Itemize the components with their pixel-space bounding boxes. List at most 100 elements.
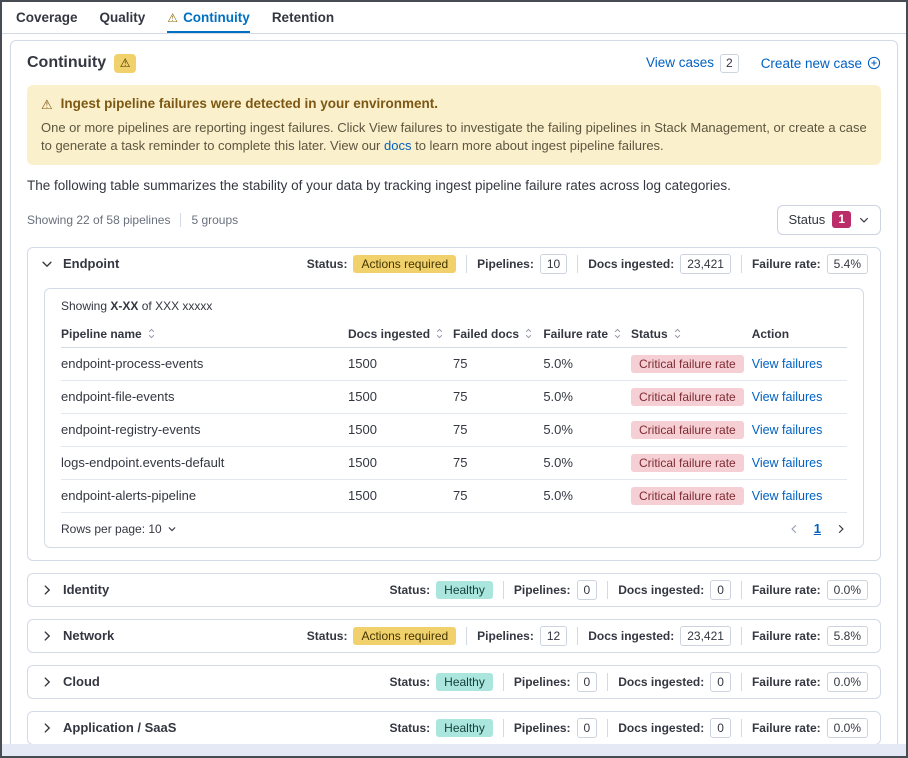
group-header-endpoint[interactable]: Endpoint Status:Actions required Pipelin… <box>28 248 880 280</box>
action-cell: View failures <box>752 446 847 479</box>
chevron-down-icon[interactable] <box>40 257 54 271</box>
docs-link[interactable]: docs <box>384 138 411 153</box>
stat-label-pipelines: Pipelines: <box>477 629 534 643</box>
pipeline-name-cell: endpoint-process-events <box>61 347 348 380</box>
status-badge: Critical failure rate <box>631 421 744 439</box>
divider <box>503 719 504 737</box>
status-cell: Critical failure rate <box>631 380 752 413</box>
view-cases-link[interactable]: View cases 2 <box>646 54 739 73</box>
continuity-panel: Continuity ⚠ View cases 2 Create new case… <box>10 40 898 758</box>
divider <box>741 719 742 737</box>
tab-quality[interactable]: Quality <box>100 2 146 33</box>
group-endpoint: Endpoint Status:Actions required Pipelin… <box>27 247 881 561</box>
view-failures-link[interactable]: View failures <box>752 456 823 470</box>
chevron-right-icon[interactable] <box>40 675 54 689</box>
status-badge: Healthy <box>436 581 493 599</box>
view-cases-label: View cases <box>646 55 714 70</box>
docs-ingested-cell: 1500 <box>348 380 453 413</box>
tab-label: Quality <box>100 10 146 25</box>
chevron-down-icon <box>167 524 177 534</box>
divider <box>607 581 608 599</box>
group-stats: Status:Actions required Pipelines:10 Doc… <box>307 254 868 274</box>
column-header-docs-ingested[interactable]: Docs ingested <box>348 321 453 348</box>
status-filter-button[interactable]: Status 1 <box>777 205 881 235</box>
failure-rate-value: 5.8% <box>827 626 868 646</box>
rows-per-page-button[interactable]: Rows per page: 10 <box>61 519 177 539</box>
failed-docs-cell: 75 <box>453 479 543 512</box>
divider <box>466 255 467 273</box>
stat-label-pipelines: Pipelines: <box>477 257 534 271</box>
sort-icon <box>672 328 683 339</box>
pipelines-table-card: Showing X-XX of XXX xxxxx Pipeline name … <box>44 288 864 548</box>
previous-page-button[interactable] <box>788 523 800 535</box>
failure-rate-value: 0.0% <box>827 672 868 692</box>
pipelines-value: 0 <box>577 580 598 600</box>
showing-prefix: Showing <box>61 299 110 313</box>
plus-circle-icon <box>867 56 881 70</box>
divider <box>577 627 578 645</box>
stat-label-status: Status: <box>390 721 431 735</box>
chevron-right-icon[interactable] <box>40 629 54 643</box>
header-actions: View cases 2 Create new case <box>646 54 881 73</box>
status-badge: Critical failure rate <box>631 388 744 406</box>
callout-body: One or more pipelines are reporting inge… <box>41 119 867 155</box>
divider <box>741 627 742 645</box>
divider <box>741 255 742 273</box>
group-cloud: Cloud Status:Healthy Pipelines:0 Docs in… <box>27 665 881 699</box>
view-failures-link[interactable]: View failures <box>752 390 823 404</box>
group-header-network[interactable]: Network Status:Actions required Pipeline… <box>28 620 880 652</box>
app-window: Coverage Quality ⚠ Continuity Retention … <box>0 0 908 758</box>
group-header-cloud[interactable]: Cloud Status:Healthy Pipelines:0 Docs in… <box>28 666 880 698</box>
divider <box>503 581 504 599</box>
column-header-pipeline-name[interactable]: Pipeline name <box>61 321 348 348</box>
tab-retention[interactable]: Retention <box>272 2 334 33</box>
create-case-label: Create new case <box>761 56 862 71</box>
pipelines-value: 10 <box>540 254 567 274</box>
sort-icon <box>523 328 534 339</box>
group-stats: Status:Healthy Pipelines:0 Docs ingested… <box>390 672 869 692</box>
chevron-right-icon[interactable] <box>40 583 54 597</box>
chevron-right-icon[interactable] <box>40 721 54 735</box>
column-header-failure-rate[interactable]: Failure rate <box>543 321 631 348</box>
failure-rate-cell: 5.0% <box>543 479 631 512</box>
group-header-application-saas[interactable]: Application / SaaS Status:Healthy Pipeli… <box>28 712 880 744</box>
divider <box>741 581 742 599</box>
table-header-row: Pipeline name Docs ingested Failed docs … <box>61 321 847 348</box>
group-stats: Status:Healthy Pipelines:0 Docs ingested… <box>390 718 869 738</box>
failed-docs-cell: 75 <box>453 446 543 479</box>
view-cases-count-badge: 2 <box>720 54 739 73</box>
column-header-action: Action <box>752 321 847 348</box>
page-bottom-strip <box>2 744 906 756</box>
warning-badge: ⚠ <box>114 54 136 73</box>
tab-continuity[interactable]: ⚠ Continuity <box>167 2 250 33</box>
pipelines-table: Pipeline name Docs ingested Failed docs … <box>61 321 847 513</box>
column-header-status[interactable]: Status <box>631 321 752 348</box>
pipeline-name-cell: endpoint-alerts-pipeline <box>61 479 348 512</box>
group-network: Network Status:Actions required Pipeline… <box>27 619 881 653</box>
column-header-failed-docs[interactable]: Failed docs <box>453 321 543 348</box>
status-badge: Critical failure rate <box>631 487 744 505</box>
pipeline-name-cell: endpoint-file-events <box>61 380 348 413</box>
view-failures-link[interactable]: View failures <box>752 489 823 503</box>
divider <box>466 627 467 645</box>
docs-ingested-value: 23,421 <box>680 626 731 646</box>
view-failures-link[interactable]: View failures <box>752 357 823 371</box>
table-showing-text: Showing X-XX of XXX xxxxx <box>61 299 847 313</box>
sort-icon <box>434 328 445 339</box>
stat-label-docs-ingested: Docs ingested: <box>618 583 704 597</box>
stat-label-pipelines: Pipelines: <box>514 721 571 735</box>
group-header-identity[interactable]: Identity Status:Healthy Pipelines:0 Docs… <box>28 574 880 606</box>
page-title: Continuity <box>27 53 106 73</box>
failure-rate-value: 5.4% <box>827 254 868 274</box>
callout-text: to learn more about ingest pipeline fail… <box>411 138 663 153</box>
table-description: The following table summarizes the stabi… <box>27 178 881 193</box>
next-page-button[interactable] <box>835 523 847 535</box>
view-failures-link[interactable]: View failures <box>752 423 823 437</box>
stat-label-failure-rate: Failure rate: <box>752 629 821 643</box>
stat-label-docs-ingested: Docs ingested: <box>618 721 704 735</box>
tab-coverage[interactable]: Coverage <box>16 2 78 33</box>
stat-label-failure-rate: Failure rate: <box>752 583 821 597</box>
create-new-case-link[interactable]: Create new case <box>761 56 881 71</box>
status-cell: Critical failure rate <box>631 413 752 446</box>
page-1-button[interactable]: 1 <box>814 521 821 536</box>
